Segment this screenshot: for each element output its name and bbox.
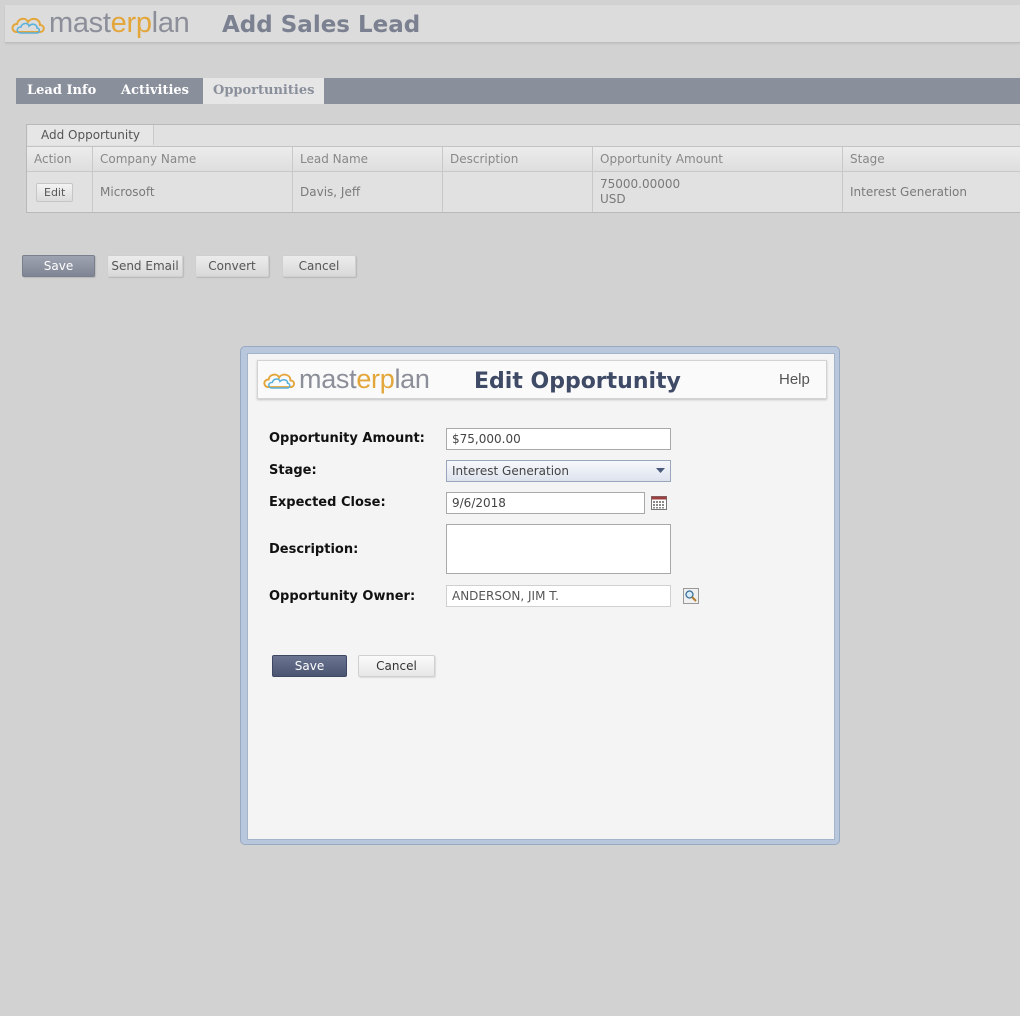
- description-textarea[interactable]: [446, 524, 671, 574]
- opportunity-owner-input[interactable]: [446, 585, 671, 607]
- magnifier-icon[interactable]: [683, 588, 699, 604]
- masterplan-logo: masterplan: [9, 7, 190, 40]
- cancel-button[interactable]: Cancel: [282, 255, 356, 277]
- convert-button[interactable]: Convert: [195, 255, 269, 277]
- column-header-description[interactable]: Description: [443, 147, 593, 171]
- dialog-save-button[interactable]: Save: [272, 655, 347, 677]
- add-opportunity-button[interactable]: Add Opportunity: [28, 125, 154, 145]
- calendar-icon[interactable]: [651, 496, 667, 510]
- save-button[interactable]: Save: [22, 255, 95, 277]
- tab-activities[interactable]: Activities: [111, 78, 199, 104]
- edit-button[interactable]: Edit: [36, 182, 74, 202]
- stage-label: Stage:: [269, 463, 317, 478]
- logo-text: masterplan: [299, 364, 430, 394]
- opportunity-amount-cell: 75000.00000 USD: [593, 172, 843, 212]
- cloud-icon: [11, 17, 45, 34]
- dialog-cancel-button[interactable]: Cancel: [358, 655, 435, 677]
- opportunity-amount-input[interactable]: [446, 428, 671, 450]
- column-header-stage[interactable]: Stage: [843, 147, 1020, 171]
- table-row: Edit Microsoft Davis, Jeff 75000.00000 U…: [27, 172, 1020, 212]
- page-header: masterplan Add Sales Lead: [5, 5, 1020, 43]
- lead-name-cell: Davis, Jeff: [293, 172, 443, 212]
- stage-select[interactable]: Interest Generation: [446, 460, 671, 482]
- column-header-lead-name[interactable]: Lead Name: [293, 147, 443, 171]
- action-cell: Edit: [27, 172, 93, 212]
- stage-cell: Interest Generation: [850, 185, 967, 199]
- description-cell: [443, 172, 593, 212]
- send-email-button[interactable]: Send Email: [107, 255, 183, 277]
- opportunities-grid: Add Opportunity Action Company Name Lead…: [26, 124, 1020, 213]
- column-header-company-name[interactable]: Company Name: [93, 147, 293, 171]
- column-header-action[interactable]: Action: [27, 147, 93, 171]
- page-title: Add Sales Lead: [222, 12, 421, 38]
- edit-opportunity-dialog: masterplan Edit Opportunity Help Opportu…: [240, 346, 840, 845]
- dialog-body: masterplan Edit Opportunity Help Opportu…: [247, 353, 835, 840]
- chevron-down-icon: [656, 468, 665, 473]
- amount-value: 75000.00000: [600, 177, 681, 191]
- expected-close-input[interactable]: [446, 492, 645, 514]
- description-label: Description:: [269, 542, 359, 557]
- dialog-header: masterplan Edit Opportunity Help: [257, 360, 827, 399]
- amount-currency: USD: [600, 192, 626, 206]
- cloud-icon: [263, 373, 295, 389]
- expected-close-label: Expected Close:: [269, 495, 386, 510]
- opportunity-amount-label: Opportunity Amount:: [269, 431, 425, 446]
- grid-header: Action Company Name Lead Name Descriptio…: [27, 147, 1020, 172]
- help-link[interactable]: Help: [779, 371, 810, 388]
- grid-toolbar: Add Opportunity: [27, 125, 1020, 147]
- column-header-opportunity-amount[interactable]: Opportunity Amount: [593, 147, 843, 171]
- opportunity-owner-label: Opportunity Owner:: [269, 589, 416, 604]
- dialog-title: Edit Opportunity: [474, 369, 681, 394]
- stage-selected-value: Interest Generation: [452, 464, 569, 478]
- company-name-cell: Microsoft: [93, 172, 293, 212]
- tab-bar: Lead Info Activities Opportunities: [16, 78, 1020, 104]
- logo-text: masterplan: [49, 7, 190, 39]
- tab-opportunities[interactable]: Opportunities: [203, 78, 325, 104]
- tab-lead-info[interactable]: Lead Info: [17, 78, 106, 104]
- masterplan-logo: masterplan: [261, 364, 430, 395]
